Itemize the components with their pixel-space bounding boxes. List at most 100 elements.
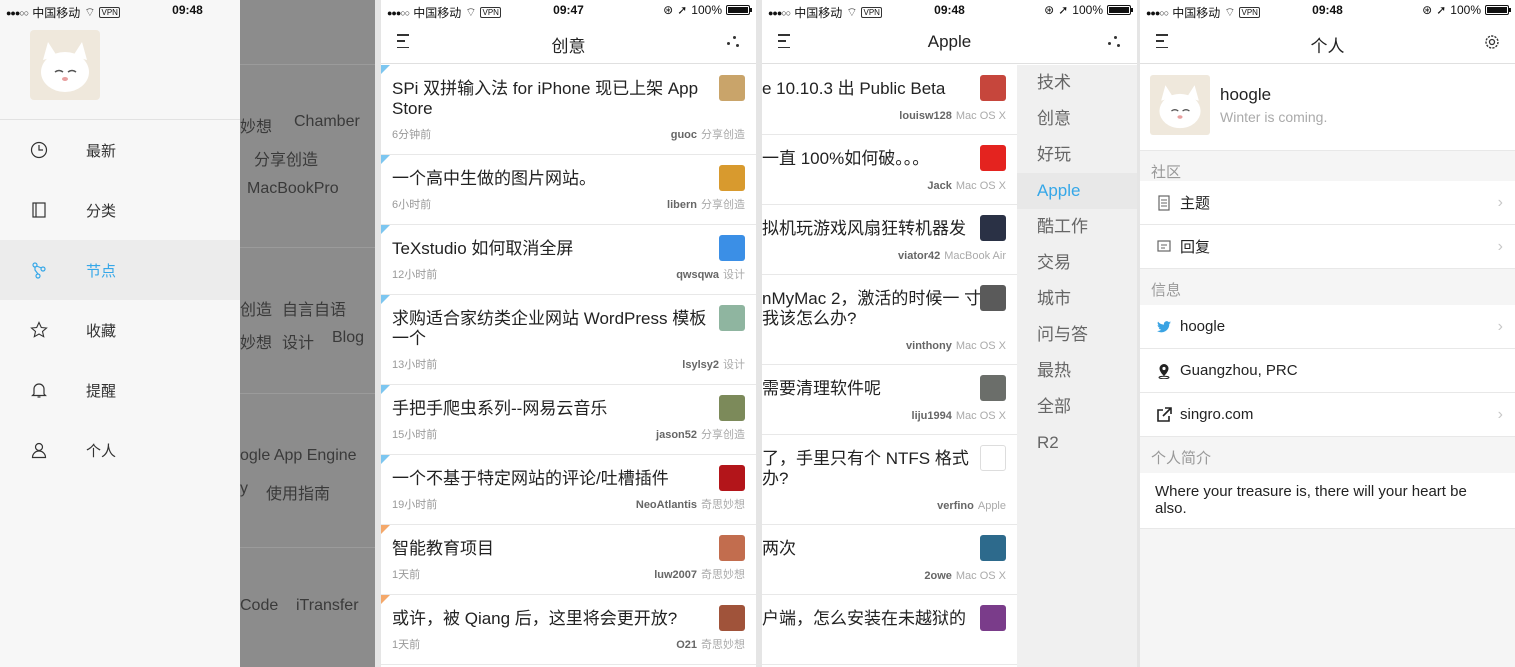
topic-row[interactable]: 拟机玩游戏风扇狂转机器发 viator42 MacBook Air (762, 205, 1017, 275)
website-cell[interactable]: singro.com › (1140, 393, 1515, 437)
topic-author[interactable]: 2owe (924, 570, 952, 582)
node-item[interactable]: 酷工作 (1017, 209, 1137, 245)
topic-author[interactable]: NeoAtlantis (636, 499, 697, 511)
author-avatar[interactable] (719, 465, 745, 491)
topic-author[interactable]: lsylsy2 (682, 359, 719, 371)
author-avatar[interactable] (980, 605, 1006, 631)
topic-row[interactable]: 了，手里只有个 NTFS 格式 办? verfino Apple (762, 435, 1017, 525)
author-avatar[interactable] (719, 305, 745, 331)
topic-author[interactable]: O21 (676, 639, 697, 651)
topic-node[interactable]: 分享创造 (701, 129, 745, 141)
topic-author[interactable]: jason52 (656, 429, 697, 441)
topic-author[interactable]: verfino (937, 500, 974, 512)
chevron-right-icon: › (1497, 405, 1503, 423)
dimmed-content[interactable]: 妙想 Chamber 分享创造 MacBookPro 创造 自言自语 妙想 设计 Blog ogl… (240, 0, 375, 667)
topic-meta: O21 奇思妙想 (676, 636, 745, 652)
topic-author[interactable]: liju1994 (912, 410, 952, 422)
topic-row[interactable]: TeXstudio 如何取消全屏 12小时前 qwsqwa 设计 (381, 225, 756, 295)
topic-node[interactable]: Mac OS X (956, 180, 1006, 192)
drawer-item-1[interactable]: 分类 (0, 180, 240, 240)
topics-cell[interactable]: 主题 › (1140, 181, 1515, 225)
node-item[interactable]: 交易 (1017, 245, 1137, 281)
topic-title: 拟机玩游戏风扇狂转机器发 (762, 219, 966, 238)
author-avatar[interactable] (719, 165, 745, 191)
node-item[interactable]: Apple (1017, 173, 1137, 209)
topic-node[interactable]: Apple (978, 500, 1006, 512)
author-avatar[interactable] (719, 75, 745, 101)
drawer-item-5[interactable]: 个人 (0, 420, 240, 480)
divider (240, 247, 375, 248)
drawer-item-2[interactable]: 节点 (0, 240, 240, 300)
author-avatar[interactable] (719, 395, 745, 421)
node-item[interactable]: 好玩 (1017, 137, 1137, 173)
drawer-item-0[interactable]: 最新 (0, 120, 240, 180)
topic-author[interactable]: louisw128 (899, 110, 952, 122)
node-item[interactable]: 城市 (1017, 281, 1137, 317)
author-avatar[interactable] (980, 375, 1006, 401)
profile-header[interactable]: hoogle Winter is coming. (1140, 65, 1515, 151)
drawer-item-3[interactable]: 收藏 (0, 300, 240, 360)
topic-node[interactable]: 分享创造 (701, 429, 745, 441)
topic-author[interactable]: libern (667, 199, 697, 211)
location-arrow-icon: ➚ (1058, 3, 1069, 17)
topic-row[interactable]: nMyMac 2，激活的时候一 寸 我该怎么办? vinthony Mac OS X (762, 275, 1017, 365)
author-avatar[interactable] (719, 605, 745, 631)
node-item[interactable]: 创意 (1017, 101, 1137, 137)
node-item[interactable]: 技术 (1017, 65, 1137, 101)
topic-row[interactable]: 一个高中生做的图片网站。 6小时前 libern 分享创造 (381, 155, 756, 225)
topic-author[interactable]: vinthony (906, 340, 952, 352)
topic-row[interactable]: 一直 100%如何破。。。 Jack Mac OS X (762, 135, 1017, 205)
topic-author[interactable]: guoc (671, 129, 697, 141)
topic-node[interactable]: 奇思妙想 (701, 569, 745, 581)
author-avatar[interactable] (719, 535, 745, 561)
topic-node[interactable]: Mac OS X (956, 110, 1006, 122)
author-avatar[interactable] (719, 235, 745, 261)
topic-node[interactable]: MacBook Air (944, 250, 1006, 262)
topic-node[interactable]: Mac OS X (956, 340, 1006, 352)
topic-author[interactable]: viator42 (898, 250, 940, 262)
topic-node[interactable]: Mac OS X (956, 410, 1006, 422)
twitter-cell[interactable]: hoogle › (1140, 305, 1515, 349)
divider (240, 64, 375, 65)
nav-bar: Apple (762, 20, 1137, 64)
node-item[interactable]: 问与答 (1017, 317, 1137, 353)
node-item[interactable]: 最热 (1017, 353, 1137, 389)
author-avatar[interactable] (980, 535, 1006, 561)
topic-author[interactable]: Jack (927, 180, 951, 192)
more-icon[interactable] (726, 34, 740, 48)
drawer-item-4[interactable]: 提醒 (0, 360, 240, 420)
replies-cell[interactable]: 回复 › (1140, 225, 1515, 269)
topic-node[interactable]: 奇思妙想 (701, 499, 745, 511)
topic-node[interactable]: Mac OS X (956, 570, 1006, 582)
nav-bar: 个人 (1140, 20, 1515, 64)
node-item[interactable]: R2 (1017, 425, 1137, 461)
topic-row[interactable]: 手把手爬虫系列--网易云音乐 15小时前 jason52 分享创造 (381, 385, 756, 455)
author-avatar[interactable] (980, 75, 1006, 101)
gear-icon[interactable] (1483, 33, 1501, 51)
topic-row[interactable]: 求购适合家纺类企业网站 WordPress 模板一个 13小时前 lsylsy2 设计 (381, 295, 756, 385)
topic-node[interactable]: 分享创造 (701, 199, 745, 211)
topic-list: e 10.10.3 出 Public Beta louisw128 Mac OS X… (762, 65, 1017, 665)
node-item[interactable]: 全部 (1017, 389, 1137, 425)
more-icon[interactable] (1107, 34, 1121, 48)
drawer-item-label: 节点 (86, 262, 117, 280)
author-avatar[interactable] (980, 215, 1006, 241)
topic-row[interactable]: e 10.10.3 出 Public Beta louisw128 Mac OS X (762, 65, 1017, 135)
topic-row[interactable]: 需要清理软件呢 liju1994 Mac OS X (762, 365, 1017, 435)
topic-row[interactable]: 两次 2owe Mac OS X (762, 525, 1017, 595)
author-avatar[interactable] (980, 445, 1006, 471)
topic-row[interactable]: 一个不基于特定网站的评论/吐槽插件 19小时前 NeoAtlantis 奇思妙想 (381, 455, 756, 525)
topic-row[interactable]: 智能教育项目 1天前 luw2007 奇思妙想 (381, 525, 756, 595)
topic-row[interactable]: 或许，被 Qiang 后，这里将会更开放? 1天前 O21 奇思妙想 (381, 595, 756, 665)
topic-row[interactable]: SPi 双拼输入法 for iPhone 现已上架 App Store 6分钟前 g… (381, 65, 756, 155)
avatar[interactable] (30, 30, 100, 100)
background-text: 设计 (282, 335, 315, 352)
topic-node[interactable]: 奇思妙想 (701, 639, 745, 651)
author-avatar[interactable] (980, 285, 1006, 311)
topic-author[interactable]: luw2007 (654, 569, 697, 581)
topic-row[interactable]: 户端，怎么安装在未越狱的 (762, 595, 1017, 665)
author-avatar[interactable] (980, 145, 1006, 171)
topic-author[interactable]: qwsqwa (676, 269, 719, 281)
topic-node[interactable]: 设计 (723, 359, 745, 371)
topic-node[interactable]: 设计 (723, 269, 745, 281)
